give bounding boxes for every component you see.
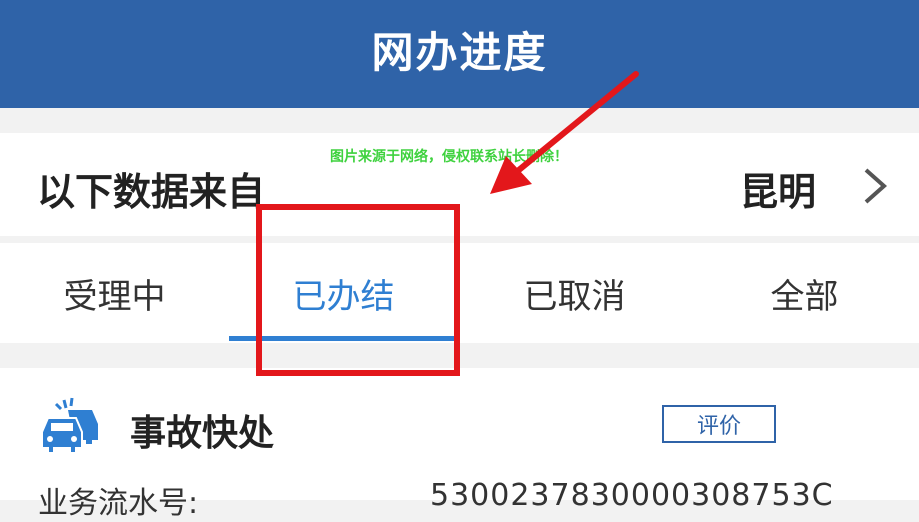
tab-cancelled[interactable]: 已取消 bbox=[460, 243, 689, 343]
data-source-label: 以下数据来自 bbox=[37, 170, 266, 214]
chevron-right-icon[interactable] bbox=[860, 166, 890, 206]
car-accident-icon bbox=[41, 397, 98, 454]
app-header: 网办进度 bbox=[0, 0, 919, 108]
watermark-text: 图片来源于网络，侵权联系站长删除！ bbox=[330, 149, 568, 165]
rate-button[interactable]: 评价 bbox=[662, 405, 776, 443]
status-tabs: 受理中 已办结 已取消 全部 bbox=[0, 243, 919, 343]
tab-label: 全部 bbox=[770, 276, 839, 317]
tab-processing[interactable]: 受理中 bbox=[0, 243, 229, 343]
page-title: 网办进度 bbox=[371, 27, 548, 77]
serial-number-value: 5300237830000308753C bbox=[430, 478, 834, 513]
tab-label: 已办结 bbox=[292, 276, 395, 317]
active-tab-indicator bbox=[229, 336, 458, 341]
case-type-title: 事故快处 bbox=[130, 413, 275, 454]
tab-completed[interactable]: 已办结 bbox=[229, 243, 458, 343]
tab-label: 受理中 bbox=[63, 276, 166, 317]
tab-label: 已取消 bbox=[523, 276, 626, 317]
serial-number-label: 业务流水号: bbox=[38, 486, 199, 521]
case-card[interactable]: 事故快处 评价 业务流水号: 5300237830000308753C bbox=[0, 368, 919, 521]
data-source-city: 昆明 bbox=[740, 170, 817, 214]
tab-all[interactable]: 全部 bbox=[690, 243, 919, 343]
